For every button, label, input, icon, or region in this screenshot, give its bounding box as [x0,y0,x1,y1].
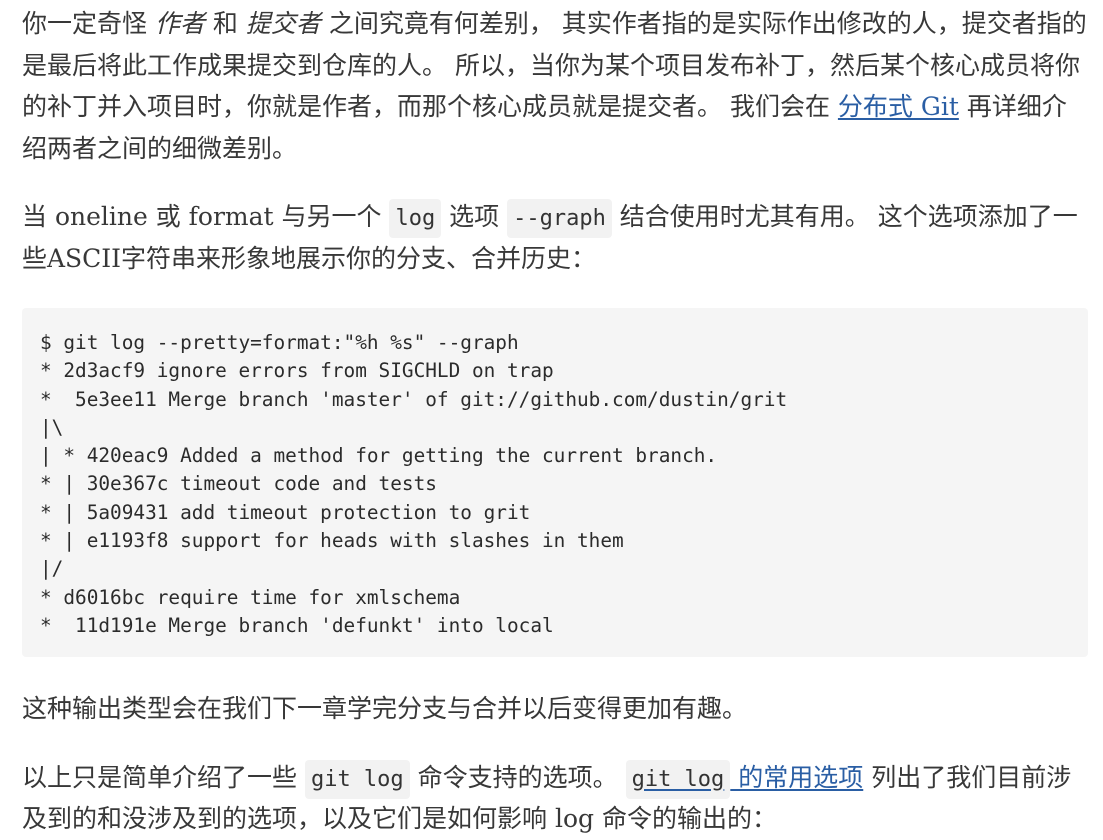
text-segment: 当 oneline 或 format 与另一个 [22,202,390,231]
code-line: * 11d191e Merge branch 'defunkt' into lo… [40,613,554,637]
paragraph-graph-option: 当 oneline 或 format 与另一个 log 选项 --graph 结… [22,196,1088,279]
code-line: * | 5a09431 add timeout protection to gr… [40,500,531,524]
document-page: 你一定奇怪 作者 和 提交者 之间究竟有何差别， 其实作者指的是实际作出修改的人… [22,0,1088,840]
code-line: | * 420eac9 Added a method for getting t… [40,444,718,468]
link-distributed-git[interactable]: 分布式 Git [838,92,959,121]
text-segment: 命令支持的选项。 [409,762,626,792]
code-line: * | 30e367c timeout code and tests [40,472,437,496]
text-segment: 和 [204,9,246,38]
paragraph-output-note: 这种输出类型会在我们下一章学完分支与合并以后变得更加有趣。 [22,694,748,724]
text-segment: 你一定奇怪 [22,9,155,38]
code-block: $ git log --pretty=format:"%h %s" --grap… [22,308,1088,658]
text-segment: 以上只是简单介绍了一些 [22,762,305,792]
paragraph-log-options: 以上只是简单介绍了一些 git log 命令支持的选项。 git log 的常用… [22,757,1088,840]
code-line: $ git log --pretty=format:"%h %s" --grap… [40,331,519,354]
code-line: |/ [40,557,64,581]
inline-code-git-log: git log [304,759,410,799]
link-git-log-common-options[interactable]: git log 的常用选项 [625,759,863,799]
code-line: * 5e3ee11 Merge branch 'master' of git:/… [40,387,788,411]
paragraph-author-vs-committer: 你一定奇怪 作者 和 提交者 之间究竟有何差别， 其实作者指的是实际作出修改的人… [22,3,1088,169]
emphasis-author: 作者 [154,9,205,38]
link-text[interactable]: 的常用选项 [730,763,863,792]
inline-code-graph: --graph [507,199,612,238]
inline-code-log: log [389,199,442,238]
link-inline-code-git-log[interactable]: git log [625,759,731,799]
code-line: |\ [40,415,64,439]
code-line: * d6016bc require time for xmlschema [40,585,461,609]
emphasis-committer: 提交者 [245,9,321,38]
code-line: * 2d3acf9 ignore errors from SIGCHLD on … [40,359,554,383]
code-line: * | e1193f8 support for heads with slash… [40,529,624,553]
text-segment: 选项 [441,202,508,231]
